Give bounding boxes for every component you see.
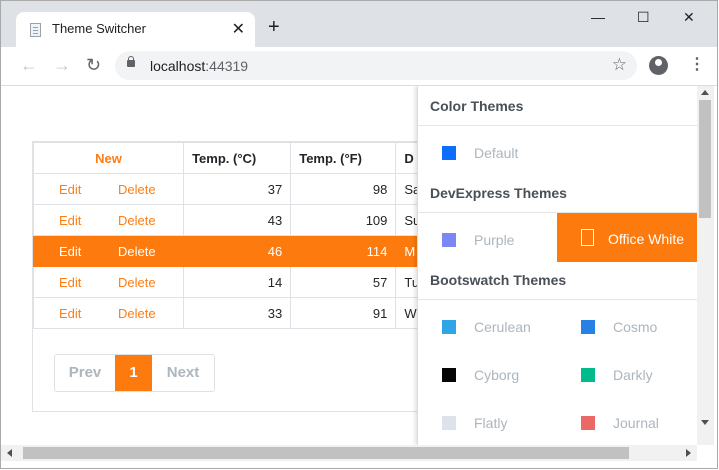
theme-label: Cosmo <box>613 319 658 335</box>
pager: Prev 1 Next <box>54 354 215 392</box>
forward-arrow-icon[interactable]: → <box>53 55 71 75</box>
edit-button[interactable]: Edit <box>59 306 118 321</box>
column-header-fahrenheit[interactable]: Temp. (°F) <box>290 142 397 174</box>
vertical-scrollbar[interactable] <box>697 86 714 445</box>
browser-menu-icon[interactable]: ⋮ <box>689 55 705 75</box>
url-text: localhost:44319 <box>150 58 249 74</box>
theme-label: Darkly <box>613 367 653 383</box>
edit-button[interactable]: Edit <box>59 244 118 259</box>
title-bar: Theme Switcher ✕ + — ☐ ✕ <box>1 1 717 47</box>
edit-button[interactable]: Edit <box>59 275 118 290</box>
theme-swatch <box>442 233 456 247</box>
table-row[interactable]: Edit Delete 14 57 Tu <box>32 266 451 298</box>
theme-swatch <box>442 368 456 382</box>
theme-swatch <box>581 416 595 430</box>
address-bar[interactable]: localhost:44319 ☆ <box>115 51 637 80</box>
delete-button[interactable]: Delete <box>118 306 156 321</box>
theme-swatch <box>442 320 456 334</box>
window-close-button[interactable]: ✕ <box>683 9 695 26</box>
theme-label: Purple <box>474 232 515 248</box>
theme-label: Cerulean <box>474 319 531 335</box>
bookmark-star-icon[interactable]: ☆ <box>612 55 627 75</box>
pager-page-1[interactable]: 1 <box>115 355 152 391</box>
delete-button[interactable]: Delete <box>118 244 156 259</box>
cell-fahrenheit: 114 <box>290 235 397 267</box>
theme-flatly[interactable]: Flatly <box>418 399 557 445</box>
new-button[interactable]: New <box>32 142 185 174</box>
table-row[interactable]: Edit Delete 43 109 Su <box>32 204 451 236</box>
theme-swatch <box>581 320 595 334</box>
cell-celsius: 14 <box>183 266 292 298</box>
profile-avatar-icon[interactable] <box>649 56 668 75</box>
theme-swatch <box>581 229 594 246</box>
devexpress-themes-header: DevExpress Themes <box>418 173 697 213</box>
theme-swatch <box>442 146 456 160</box>
theme-label: Cyborg <box>474 367 520 383</box>
pager-next-button[interactable]: Next <box>152 355 214 391</box>
color-themes-header: Color Themes <box>418 86 697 126</box>
scroll-down-arrow-icon[interactable] <box>701 420 709 425</box>
reload-icon[interactable]: ↻ <box>86 55 101 75</box>
table-row-selected[interactable]: Edit Delete 46 114 M <box>32 235 451 267</box>
theme-cyborg[interactable]: Cyborg <box>418 351 557 399</box>
pager-prev-button[interactable]: Prev <box>55 355 115 391</box>
delete-button[interactable]: Delete <box>118 213 156 228</box>
theme-office-white[interactable]: Office White <box>557 213 697 262</box>
edit-button[interactable]: Edit <box>59 213 118 228</box>
browser-tab[interactable]: Theme Switcher ✕ <box>16 12 255 47</box>
tab-title: Theme Switcher <box>52 21 146 36</box>
cell-celsius: 43 <box>183 204 292 236</box>
new-tab-button[interactable]: + <box>268 17 280 37</box>
theme-cosmo[interactable]: Cosmo <box>557 303 696 351</box>
cell-fahrenheit: 91 <box>290 297 397 329</box>
table-row[interactable]: Edit Delete 37 98 Sa <box>32 173 451 205</box>
page-content: New Temp. (°C) Temp. (°F) D Edit Delete 3… <box>1 86 697 445</box>
lock-icon <box>127 56 135 67</box>
cell-fahrenheit: 109 <box>290 204 397 236</box>
table-row[interactable]: Edit Delete 33 91 W <box>32 297 451 329</box>
bootswatch-themes-header: Bootswatch Themes <box>418 260 697 300</box>
grid-header-row: New Temp. (°C) Temp. (°F) D <box>32 142 451 174</box>
scroll-up-arrow-icon[interactable] <box>701 90 709 95</box>
maximize-button[interactable]: ☐ <box>637 9 650 26</box>
scroll-left-arrow-icon[interactable] <box>7 449 12 457</box>
theme-purple[interactable]: Purple <box>418 216 557 264</box>
cell-celsius: 46 <box>183 235 292 267</box>
horizontal-scrollbar[interactable] <box>1 445 697 461</box>
browser-window: Theme Switcher ✕ + — ☐ ✕ ← → ↻ localhost… <box>0 0 718 469</box>
data-grid: New Temp. (°C) Temp. (°F) D Edit Delete 3… <box>32 141 452 412</box>
tab-close-icon[interactable]: ✕ <box>232 19 245 39</box>
theme-label: Default <box>474 145 519 161</box>
cell-fahrenheit: 98 <box>290 173 397 205</box>
theme-journal[interactable]: Journal <box>557 399 696 445</box>
column-header-celsius[interactable]: Temp. (°C) <box>183 142 292 174</box>
grid-table: New Temp. (°C) Temp. (°F) D Edit Delete 3… <box>32 142 451 329</box>
horizontal-scroll-thumb[interactable] <box>23 447 629 459</box>
theme-darkly[interactable]: Darkly <box>557 351 696 399</box>
theme-label: Office White <box>608 231 684 247</box>
browser-toolbar: ← → ↻ localhost:44319 ☆ ⋮ <box>1 47 717 86</box>
cell-celsius: 33 <box>183 297 292 329</box>
vertical-scroll-thumb[interactable] <box>699 100 711 218</box>
theme-swatch <box>442 416 456 430</box>
minimize-button[interactable]: — <box>591 9 605 25</box>
delete-button[interactable]: Delete <box>118 182 156 197</box>
theme-default[interactable]: Default <box>418 129 557 177</box>
theme-label: Flatly <box>474 415 508 431</box>
edit-button[interactable]: Edit <box>59 182 118 197</box>
theme-label: Journal <box>613 415 659 431</box>
theme-cerulean[interactable]: Cerulean <box>418 303 557 351</box>
cell-celsius: 37 <box>183 173 292 205</box>
page-favicon-icon <box>30 23 41 37</box>
theme-swatch <box>581 368 595 382</box>
back-arrow-icon[interactable]: ← <box>20 55 38 75</box>
cell-fahrenheit: 57 <box>290 266 397 298</box>
theme-switcher-panel: Color Themes Default DevExpress Themes P… <box>417 86 697 445</box>
delete-button[interactable]: Delete <box>118 275 156 290</box>
scroll-right-arrow-icon[interactable] <box>686 449 691 457</box>
